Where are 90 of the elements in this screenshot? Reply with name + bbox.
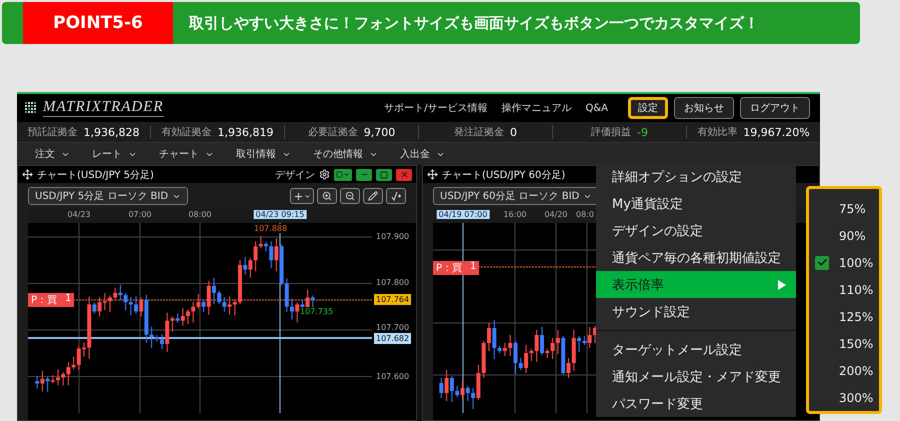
time-label: 04/19 07:00 bbox=[436, 210, 490, 219]
crosshair-button[interactable] bbox=[290, 188, 314, 204]
zoom-in-icon bbox=[322, 191, 332, 201]
stat-label: 発注証拠金 bbox=[454, 126, 504, 139]
zoom-option[interactable]: 300% bbox=[809, 384, 879, 411]
menu-item[interactable]: その他情報 bbox=[309, 147, 382, 161]
settings-menu-item[interactable]: 通貨ペア毎の各種初期値設定 bbox=[596, 244, 796, 271]
price-annotation: 107.888 bbox=[254, 224, 288, 233]
settings-menu-item[interactable]: サウンド設定 bbox=[596, 298, 796, 325]
time-label: 08:0 bbox=[575, 210, 595, 219]
stat-value: 9,700 bbox=[364, 126, 396, 138]
maximize-icon bbox=[380, 170, 388, 178]
pencil-button[interactable] bbox=[363, 188, 383, 204]
check-icon bbox=[815, 256, 829, 270]
stat-label: 預託証拠金 bbox=[28, 126, 78, 139]
move-icon[interactable] bbox=[427, 169, 438, 180]
price-label: 107.682 bbox=[374, 333, 412, 344]
time-label: 16:00 bbox=[502, 210, 528, 219]
line-tool-icon bbox=[391, 191, 401, 201]
menu-item[interactable]: チャート bbox=[155, 147, 218, 161]
minimize-button[interactable] bbox=[356, 168, 372, 180]
design-label: デザイン bbox=[275, 168, 315, 182]
time-label: 04/23 09:15 bbox=[254, 210, 306, 219]
panel-title: チャート(USD/JPY 5分足) bbox=[37, 168, 154, 182]
zoom-option[interactable]: 75% bbox=[809, 195, 879, 222]
stat-value: 0 bbox=[510, 126, 517, 138]
stat-label: 評価損益 bbox=[591, 126, 632, 139]
stat-value: 1,936,828 bbox=[84, 126, 140, 138]
banner-headline: 取引しやすい大きさに！フォントサイズも画面サイズもボタン一つでカスタマイズ！ bbox=[189, 14, 759, 32]
menu-item[interactable]: 入出金 bbox=[396, 147, 449, 161]
header-button[interactable]: ログアウト bbox=[740, 97, 810, 119]
zoom-out-icon bbox=[345, 191, 355, 201]
caret-icon bbox=[343, 171, 350, 178]
header-button[interactable]: お知らせ bbox=[674, 97, 734, 119]
header-link[interactable]: サポート/サービス情報 bbox=[384, 101, 488, 115]
plus-icon bbox=[293, 190, 304, 202]
line-tool-button[interactable] bbox=[386, 188, 406, 204]
time-label: 04/23 bbox=[66, 210, 92, 219]
stat-value: -9 bbox=[637, 126, 648, 138]
price-label: 107.900 bbox=[375, 231, 410, 242]
stat-value: 1,936,819 bbox=[218, 126, 274, 138]
zoom-out-button[interactable] bbox=[340, 188, 360, 204]
stat-label: 必要証拠金 bbox=[308, 126, 358, 139]
time-label: 07:00 bbox=[127, 210, 153, 219]
submenu-arrow-icon bbox=[778, 280, 786, 290]
header-button[interactable]: 設定 bbox=[628, 97, 668, 119]
chart-type-select[interactable]: USD/JPY 5分足 ローソク BID bbox=[28, 187, 188, 205]
position-tag: P：買 1 bbox=[433, 261, 480, 275]
maximize-button[interactable] bbox=[376, 168, 392, 180]
panel-title: チャート(USD/JPY 60分足) bbox=[442, 168, 566, 182]
stat-value: 19,967.20% bbox=[743, 126, 810, 138]
price-label: 107.700 bbox=[375, 322, 410, 333]
caret-icon bbox=[304, 192, 311, 200]
settings-menu-item[interactable]: デザインの設定 bbox=[596, 217, 796, 244]
settings-menu-item[interactable]: 詳細オプションの設定 bbox=[596, 163, 796, 190]
price-annotation: 107.735 bbox=[300, 307, 334, 316]
zoom-option[interactable]: 200% bbox=[809, 357, 879, 384]
settings-menu-item[interactable]: 通知メール設定・メアド変更 bbox=[596, 363, 796, 390]
zoom-option[interactable]: 110% bbox=[809, 276, 879, 303]
stat-label: 有効証拠金 bbox=[162, 126, 212, 139]
point-badge: POINT5-6 bbox=[23, 2, 173, 44]
zoom-option[interactable]: 150% bbox=[809, 330, 879, 357]
pencil-icon bbox=[368, 191, 378, 201]
zoom-option[interactable]: 90% bbox=[809, 222, 879, 249]
move-icon[interactable] bbox=[22, 169, 33, 180]
logo-icon bbox=[25, 102, 37, 114]
position-tag: P：買 1 bbox=[28, 293, 74, 307]
layout-button[interactable] bbox=[334, 168, 352, 180]
menu-item[interactable]: 注文 bbox=[31, 147, 74, 161]
close-button[interactable] bbox=[396, 168, 412, 180]
price-label: 107.800 bbox=[375, 277, 410, 288]
window-icon bbox=[336, 171, 343, 178]
header-link[interactable]: 操作マニュアル bbox=[501, 101, 572, 115]
time-label: 04/20 bbox=[543, 210, 569, 219]
price-label: 107.764 bbox=[374, 294, 412, 305]
settings-menu-item[interactable]: ターゲットメール設定 bbox=[596, 336, 796, 363]
price-label: 107.600 bbox=[375, 371, 410, 382]
close-icon bbox=[400, 170, 408, 179]
stat-label: 有効比率 bbox=[697, 126, 738, 139]
settings-icon[interactable] bbox=[319, 169, 330, 180]
menu-item[interactable]: 取引情報 bbox=[232, 147, 295, 161]
logo-text: MATRIXTRADER bbox=[43, 99, 164, 117]
zoom-option[interactable]: 125% bbox=[809, 303, 879, 330]
settings-menu-item[interactable]: パスワード変更 bbox=[596, 390, 796, 417]
settings-menu-item[interactable]: 表示倍率 bbox=[596, 271, 796, 298]
menu-item[interactable]: レート bbox=[88, 147, 141, 161]
time-label: 08:00 bbox=[187, 210, 213, 219]
zoom-option[interactable]: 100% bbox=[809, 249, 879, 276]
zoom-in-button[interactable] bbox=[317, 188, 337, 204]
header-link[interactable]: Q&A bbox=[585, 102, 608, 114]
